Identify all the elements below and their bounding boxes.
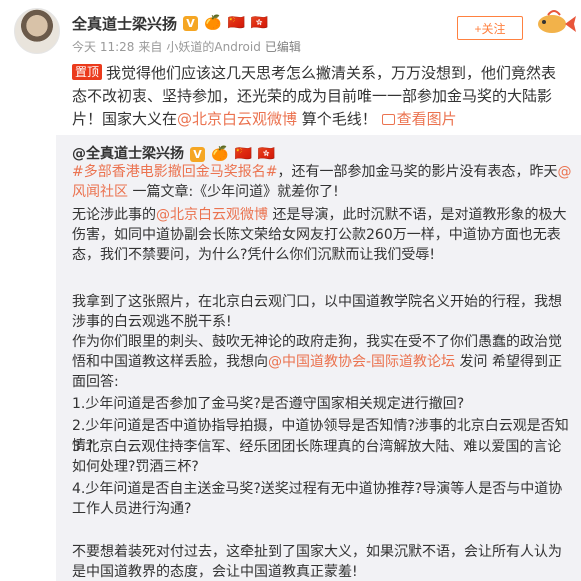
image-icon (381, 114, 395, 125)
repost-china-flag-icon: 🇨🇳 (234, 146, 252, 162)
post-text-part-b: 算个毛线！ (297, 110, 377, 128)
repost-verified-badge-icon[interactable]: V (190, 146, 205, 162)
source-prefix: 来自 (138, 40, 163, 54)
verified-badge-icon[interactable]: V (183, 15, 199, 31)
avatar[interactable] (14, 8, 60, 54)
question-3: 3.北京白云观住持李信军、经乐团团长陈理真的台湾解放大陆、难以爱国的言论如何处理… (72, 439, 562, 475)
repost-paragraph-4: 作为你们眼里的刺头、鼓吹无神论的政府走狗，我实在受不了你们愚蠢的政治觉悟和中国道… (72, 332, 572, 392)
weibo-post: 全真道士梁兴扬 V 🍊 🇨🇳 🇭🇰 今天 11:28 来自 小妖道的Androi… (0, 0, 581, 581)
mention-link-baiyunguan[interactable]: @北京白云观微博 (177, 110, 297, 128)
china-flag-icon: 🇨🇳 (227, 15, 245, 31)
repost-fruit-badge-icon[interactable]: 🍊 (211, 146, 228, 162)
post-text: 置顶 我觉得他们应该这几天思考怎么撇清关系，万万没想到，他们竟然表态不改初衷、坚持… (72, 62, 568, 131)
follow-button[interactable]: +关注 (457, 16, 523, 40)
decorative-fish-icon (538, 10, 576, 33)
view-image-label: 查看图片 (396, 110, 457, 128)
repost-author-name[interactable]: @全真道士梁兴扬 (72, 144, 184, 164)
post-source[interactable]: 小妖道的Android (166, 38, 260, 55)
view-image-link[interactable]: 查看图片 (381, 110, 457, 128)
repost-paragraph-3: 我拿到了这张照片，在北京白云观门口，以中国道教学院名义开始的行程，我想涉事的白云… (72, 294, 562, 330)
mention-link-baiyunguan-2[interactable]: @北京白云观微博 (156, 207, 268, 223)
repost-card: @全真道士梁兴扬 V 🍊 🇨🇳 🇭🇰 #多部香港电影撤回金马奖报名#，还有一部参… (56, 135, 581, 581)
edited-label[interactable]: 已编辑 (265, 38, 301, 55)
pinned-badge: 置顶 (72, 64, 103, 80)
question-1: 1.少年问道是否参加了金马奖?是否遵守国家相关规定进行撤回? (72, 396, 465, 412)
mention-link-taoist-association[interactable]: @中国道教协会-国际道教论坛 (268, 354, 455, 370)
repost-p2-text-a: 无论涉此事的 (72, 207, 156, 223)
repost-paragraph-1: #多部香港电影撤回金马奖报名#，还有一部参加金马奖的影片没有表态，昨天@风闻社区… (72, 162, 572, 202)
hongkong-flag-icon: 🇭🇰 (250, 15, 269, 31)
question-4: 4.少年问道是否自主送金马奖?送奖过程有无中道协推荐?导演等人是否与中道协工作人… (72, 481, 563, 517)
repost-p1-text-b: 一篇文章:《少年问道》就差你了! (128, 184, 339, 200)
author-row: 全真道士梁兴扬 V 🍊 🇨🇳 🇭🇰 (72, 12, 268, 34)
repost-paragraph-2: 无论涉此事的@北京白云观微博 还是导演，此时沉默不语，是对道教形象的极大伤害，如… (72, 205, 572, 265)
post-meta: 今天 11:28 来自 小妖道的Android 已编辑 (72, 38, 301, 55)
repost-p1-text-a: ，还有一部参加金马奖的影片没有表态，昨天 (277, 164, 558, 180)
hashtag-link[interactable]: #多部香港电影撤回金马奖报名# (72, 164, 277, 180)
fruit-badge-icon[interactable]: 🍊 (204, 15, 221, 31)
repost-hongkong-flag-icon: 🇭🇰 (257, 146, 276, 162)
author-name[interactable]: 全真道士梁兴扬 (72, 13, 177, 34)
post-time[interactable]: 今天 11:28 (72, 38, 134, 55)
repost-paragraph-5: 不要想着装死对付过去，这牵扯到了国家大义，如果沉默不语，会让所有人认为是中国道教… (72, 544, 562, 580)
